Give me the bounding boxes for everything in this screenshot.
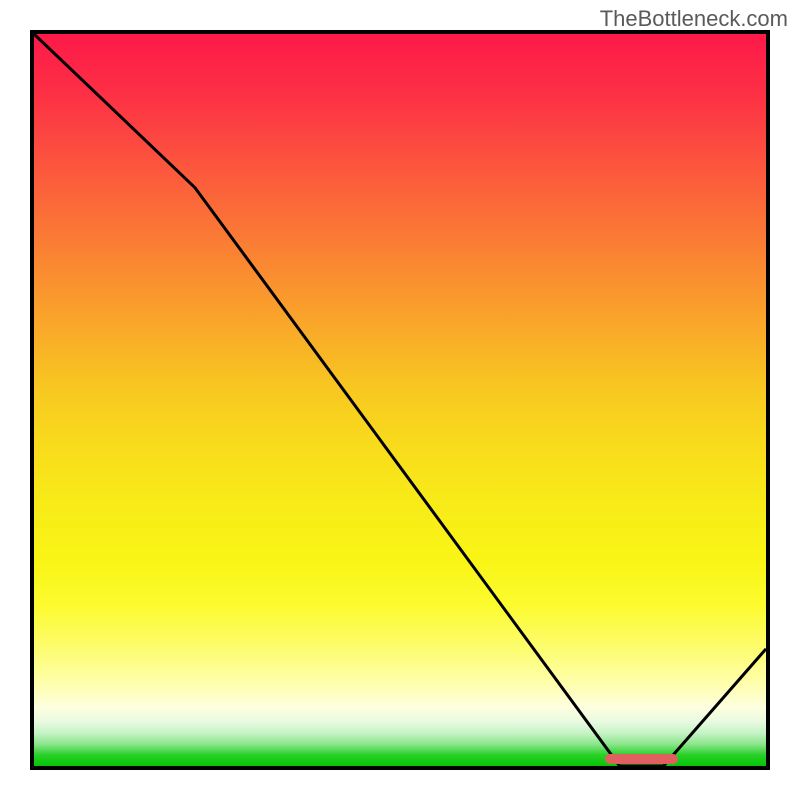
watermark-text: TheBottleneck.com	[600, 6, 788, 32]
bottleneck-curve	[34, 34, 766, 766]
chart-container: TheBottleneck.com	[0, 0, 800, 800]
optimal-zone-marker	[605, 754, 678, 764]
plot-area	[30, 30, 770, 770]
